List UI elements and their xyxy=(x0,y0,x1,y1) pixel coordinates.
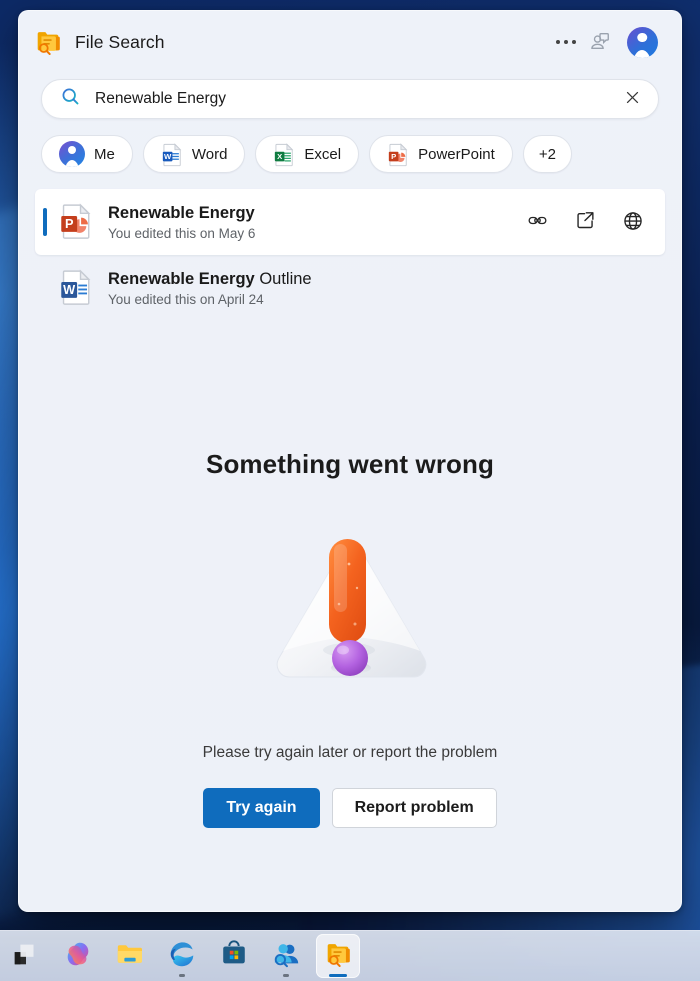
open-in-browser-button[interactable] xyxy=(617,206,649,238)
filter-chip-label: +2 xyxy=(538,145,556,163)
windows-taskbar xyxy=(0,930,700,981)
excel-file-icon: X xyxy=(273,143,295,167)
searchbar-container xyxy=(19,73,681,119)
filter-chips: Me W Word X Excel P PowerPoint +2 xyxy=(19,119,681,173)
filter-chip-label: PowerPoint xyxy=(418,145,495,163)
share-button[interactable] xyxy=(569,206,601,238)
taskbar-store-button[interactable] xyxy=(212,934,256,978)
powerpoint-file-icon: P xyxy=(387,143,409,167)
ellipsis-icon xyxy=(556,40,576,44)
svg-text:P: P xyxy=(65,216,74,231)
report-problem-button[interactable]: Report problem xyxy=(331,788,497,828)
close-icon xyxy=(624,89,641,109)
powerpoint-file-icon: P xyxy=(59,203,93,241)
app-title: File Search xyxy=(75,31,165,52)
result-subtitle: You edited this on May 6 xyxy=(108,225,256,241)
searchbar[interactable] xyxy=(41,79,659,119)
search-input[interactable] xyxy=(81,90,618,108)
account-button[interactable] xyxy=(625,25,659,59)
selection-accent-bar xyxy=(43,208,47,236)
microsoft-store-icon xyxy=(219,939,249,974)
filter-chip-powerpoint[interactable]: P PowerPoint xyxy=(369,135,513,173)
result-text: Renewable Energy You edited this on May … xyxy=(108,203,521,241)
result-title: Renewable Energy xyxy=(108,204,255,223)
taskbar-edge-button[interactable] xyxy=(160,934,204,978)
globe-icon xyxy=(622,210,644,235)
person-avatar-icon xyxy=(59,141,85,167)
taskbar-start-button[interactable] xyxy=(4,934,48,978)
result-subtitle: You edited this on April 24 xyxy=(108,291,264,307)
filter-chip-excel[interactable]: X Excel xyxy=(255,135,360,173)
more-options-button[interactable] xyxy=(549,25,583,59)
svg-text:W: W xyxy=(164,152,172,161)
word-file-icon: W xyxy=(161,143,183,167)
result-text: Renewable Energy Outline You edited this… xyxy=(108,269,649,307)
running-indicator xyxy=(283,974,289,977)
filter-chip-label: Word xyxy=(191,145,228,163)
windows-start-icon xyxy=(11,939,41,974)
file-explorer-icon xyxy=(115,939,145,974)
copilot-icon xyxy=(63,939,93,974)
word-file-icon: W xyxy=(59,269,93,307)
active-indicator xyxy=(329,973,347,977)
filter-chip-more[interactable]: +2 xyxy=(522,135,572,173)
error-subtitle: Please try again later or report the pro… xyxy=(202,744,498,761)
filter-chip-me[interactable]: Me xyxy=(41,135,133,173)
result-row-actions xyxy=(521,206,649,238)
copy-link-button[interactable] xyxy=(521,206,553,238)
taskbar-file-explorer-button[interactable] xyxy=(108,934,152,978)
file-search-window: File Search Renewable Energy Me W Word X… xyxy=(18,10,682,912)
try-again-button[interactable]: Try again xyxy=(203,788,320,828)
search-results-list: P Renewable Energy You edited this on Ma… xyxy=(19,173,681,321)
share-icon xyxy=(575,210,596,234)
people-search-icon xyxy=(271,939,301,974)
feedback-chat-icon xyxy=(589,30,611,55)
result-row-renewable-energy-outline[interactable]: W Renewable Energy Outline You edited th… xyxy=(35,255,665,321)
filter-chip-label: Me xyxy=(94,145,115,163)
error-state: Something went wrong Please try again la… xyxy=(19,321,681,828)
result-title: Renewable Energy Outline xyxy=(108,270,312,289)
warning-triangle-3d-illustration xyxy=(245,516,455,716)
taskbar-file-search-button[interactable] xyxy=(316,934,360,978)
svg-text:X: X xyxy=(277,152,283,161)
svg-text:P: P xyxy=(391,152,396,161)
clear-search-button[interactable] xyxy=(618,85,646,113)
result-row-renewable-energy[interactable]: P Renewable Energy You edited this on Ma… xyxy=(35,189,665,255)
account-avatar-icon xyxy=(626,26,658,58)
feedback-button[interactable] xyxy=(583,25,617,59)
running-indicator xyxy=(179,974,185,977)
search-icon xyxy=(60,86,81,112)
file-search-app-icon xyxy=(33,27,63,57)
link-icon xyxy=(527,210,548,234)
taskbar-copilot-button[interactable] xyxy=(56,934,100,978)
file-search-app-icon xyxy=(323,939,353,974)
error-title: Something went wrong xyxy=(206,449,494,479)
filter-chip-label: Excel xyxy=(304,145,342,163)
edge-browser-icon xyxy=(167,939,197,974)
svg-text:W: W xyxy=(63,282,75,297)
error-actions: Try again Report problem xyxy=(203,788,497,828)
filter-chip-word[interactable]: W Word xyxy=(142,135,246,173)
taskbar-people-search-button[interactable] xyxy=(264,934,308,978)
window-titlebar: File Search xyxy=(19,11,681,73)
